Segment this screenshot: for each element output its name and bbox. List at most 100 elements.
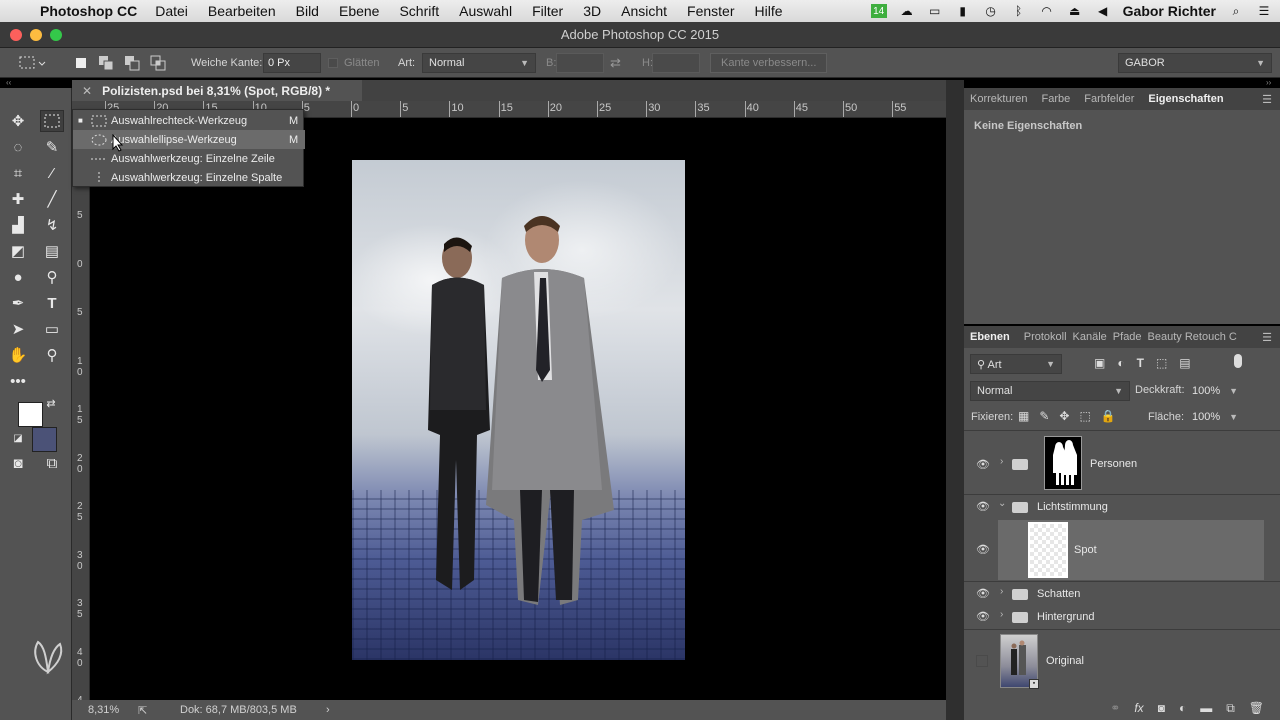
layer-name[interactable]: Lichtstimmung <box>1037 501 1108 513</box>
battery-icon[interactable]: ▮ <box>955 4 971 18</box>
new-adjustment-layer-icon[interactable]: ◐ <box>1179 701 1186 715</box>
height-field[interactable] <box>652 53 700 73</box>
dodge-tool-icon[interactable]: ⚲ <box>40 266 64 288</box>
tab-beauty-retouch[interactable]: Beauty Retouch C <box>1148 331 1237 343</box>
layer-style-fx-icon[interactable]: fx <box>1134 701 1143 715</box>
pen-tool-icon[interactable]: ✒ <box>6 292 30 314</box>
new-group-icon[interactable]: ▬ <box>1200 701 1212 715</box>
smooth-checkbox[interactable] <box>328 58 338 68</box>
swap-colors-icon[interactable]: ⇄ <box>44 396 58 410</box>
height-input[interactable] <box>652 48 700 78</box>
healing-brush-tool-icon[interactable]: ✚ <box>6 188 30 210</box>
visibility-eye-icon[interactable]: 👁 <box>976 610 990 623</box>
blend-mode-dropdown[interactable]: Normal ▼ <box>970 381 1130 401</box>
menu-bild[interactable]: Bild <box>296 3 319 19</box>
menu-3d[interactable]: 3D <box>583 3 601 19</box>
layer-row-schatten[interactable]: 👁 › Schatten <box>964 583 1264 605</box>
new-selection-button[interactable] <box>74 48 88 78</box>
tab-farbfelder[interactable]: Farbfelder <box>1084 93 1134 105</box>
menu-filter[interactable]: Filter <box>532 3 563 19</box>
feather-input[interactable]: 0 Px <box>263 48 321 78</box>
lasso-tool-icon[interactable]: ◌ <box>6 136 30 158</box>
collapse-toolbar-icon[interactable]: ‹‹ <box>6 78 11 88</box>
expand-arrow-icon[interactable]: › <box>1000 456 1003 467</box>
bluetooth-icon[interactable]: ᛒ <box>1011 4 1027 18</box>
filter-smartobject-icon[interactable]: ▤ <box>1179 356 1190 370</box>
zoom-tool-icon[interactable]: ⚲ <box>40 344 64 366</box>
lock-position-icon[interactable]: ✥ <box>1059 409 1069 423</box>
lock-artboard-icon[interactable]: ⬚ <box>1079 409 1090 423</box>
gradient-tool-icon[interactable]: ▤ <box>40 240 64 262</box>
filter-toggle[interactable] <box>1234 354 1242 368</box>
time-machine-icon[interactable]: ◷ <box>983 4 999 18</box>
flyout-item-single-row[interactable]: Auswahlwerkzeug: Einzelne Zeile <box>73 149 305 168</box>
tab-korrekturen[interactable]: Korrekturen <box>970 93 1027 105</box>
visibility-toggle-off[interactable] <box>976 655 988 667</box>
link-layers-icon[interactable]: ⚭ <box>1110 701 1120 715</box>
menu-auswahl[interactable]: Auswahl <box>459 3 512 19</box>
eraser-tool-icon[interactable]: ◩ <box>6 240 30 262</box>
fill-field[interactable]: 100% ▼ <box>1186 407 1244 427</box>
menu-hilfe[interactable]: Hilfe <box>755 3 783 19</box>
hand-tool-icon[interactable]: ✋ <box>6 344 30 366</box>
panel-menu-icon[interactable]: ☰ <box>1262 93 1272 106</box>
intersect-selection-button[interactable] <box>150 48 166 78</box>
add-mask-icon[interactable]: ◙ <box>1158 701 1165 715</box>
add-to-selection-button[interactable] <box>98 48 114 78</box>
layer-name[interactable]: Schatten <box>1037 588 1080 600</box>
tab-ebenen[interactable]: Ebenen <box>970 331 1010 343</box>
layer-row-hintergrund[interactable]: 👁 › Hintergrund <box>964 606 1264 628</box>
display-icon[interactable]: ▭ <box>927 4 943 18</box>
expand-arrow-icon[interactable]: › <box>1000 609 1003 620</box>
clone-stamp-tool-icon[interactable]: ▟ <box>6 214 30 236</box>
feather-value[interactable]: 0 Px <box>263 53 321 73</box>
zoom-window-button[interactable] <box>50 29 62 41</box>
layer-row-lichtstimmung[interactable]: 👁 ⌄ Lichtstimmung <box>964 496 1264 518</box>
layer-name[interactable]: Original <box>1046 655 1084 667</box>
lock-transparency-icon[interactable]: ▦ <box>1018 409 1029 423</box>
spot-layer-thumbnail[interactable] <box>1028 522 1068 578</box>
layer-name[interactable]: Spot <box>1074 544 1097 556</box>
spotlight-search-icon[interactable]: ⌕ <box>1228 4 1244 18</box>
notification-center-icon[interactable]: ☰ <box>1256 4 1272 18</box>
visibility-eye-icon[interactable]: 👁 <box>976 543 990 556</box>
flyout-item-rectangular-marquee[interactable]: ■ Auswahlrechteck-Werkzeug M <box>73 111 305 130</box>
foreground-color-swatch[interactable] <box>18 402 43 427</box>
document-canvas[interactable] <box>90 118 946 700</box>
tool-preset-picker[interactable] <box>18 48 48 78</box>
menu-fenster[interactable]: Fenster <box>687 3 734 19</box>
filter-pixel-icon[interactable]: ▣ <box>1094 356 1105 370</box>
opacity-input[interactable]: 100% ▼ <box>1186 381 1244 401</box>
new-layer-icon[interactable]: ⧉ <box>1226 701 1235 716</box>
swap-dimensions-icon[interactable]: ⇄ <box>610 48 621 78</box>
filter-type-icon[interactable]: T <box>1137 356 1144 370</box>
wifi-icon[interactable]: ◠ <box>1039 4 1055 18</box>
layer-name[interactable]: Hintergrund <box>1037 611 1094 623</box>
screen-mode-icon[interactable]: ⧉ <box>40 452 64 474</box>
tab-protokoll[interactable]: Protokoll <box>1024 331 1067 343</box>
layer-row-personen[interactable]: 👁 › Personen <box>964 432 1264 494</box>
path-selection-tool-icon[interactable]: ➤ <box>6 318 30 340</box>
app-menu[interactable]: Photoshop CC <box>40 3 137 19</box>
lock-all-icon[interactable]: 🔒 <box>1101 409 1116 423</box>
vertical-ruler[interactable]: 5051015202530354045 <box>72 118 90 700</box>
filter-shape-icon[interactable]: ⬚ <box>1156 356 1167 370</box>
collapse-arrow-icon[interactable]: ⌄ <box>998 498 1006 509</box>
eject-icon[interactable]: ⏏ <box>1067 4 1083 18</box>
blend-mode-select[interactable]: Normal ▼ <box>970 381 1130 401</box>
minimize-window-button[interactable] <box>30 29 42 41</box>
visibility-eye-icon[interactable]: 👁 <box>976 500 990 513</box>
export-icon[interactable]: ⇱ <box>138 704 147 717</box>
layer-name[interactable]: Personen <box>1090 458 1137 470</box>
menu-schrift[interactable]: Schrift <box>399 3 439 19</box>
document-tab[interactable]: ✕ Polizisten.psd bei 8,31% (Spot, RGB/8)… <box>72 80 362 101</box>
user-name[interactable]: Gabor Richter <box>1123 3 1216 19</box>
lock-pixels-icon[interactable]: ✎ <box>1039 409 1049 423</box>
eyedropper-tool-icon[interactable]: ⁄ <box>40 162 64 184</box>
brush-tool-icon[interactable]: ╱ <box>40 188 64 210</box>
layer-mask-thumbnail[interactable] <box>1044 436 1082 490</box>
menu-datei[interactable]: Datei <box>155 3 188 19</box>
tab-pfade[interactable]: Pfade <box>1113 331 1142 343</box>
rectangle-tool-icon[interactable]: ▭ <box>40 318 64 340</box>
layer-filter-dropdown[interactable]: ⚲ Art ▼ <box>970 354 1062 374</box>
